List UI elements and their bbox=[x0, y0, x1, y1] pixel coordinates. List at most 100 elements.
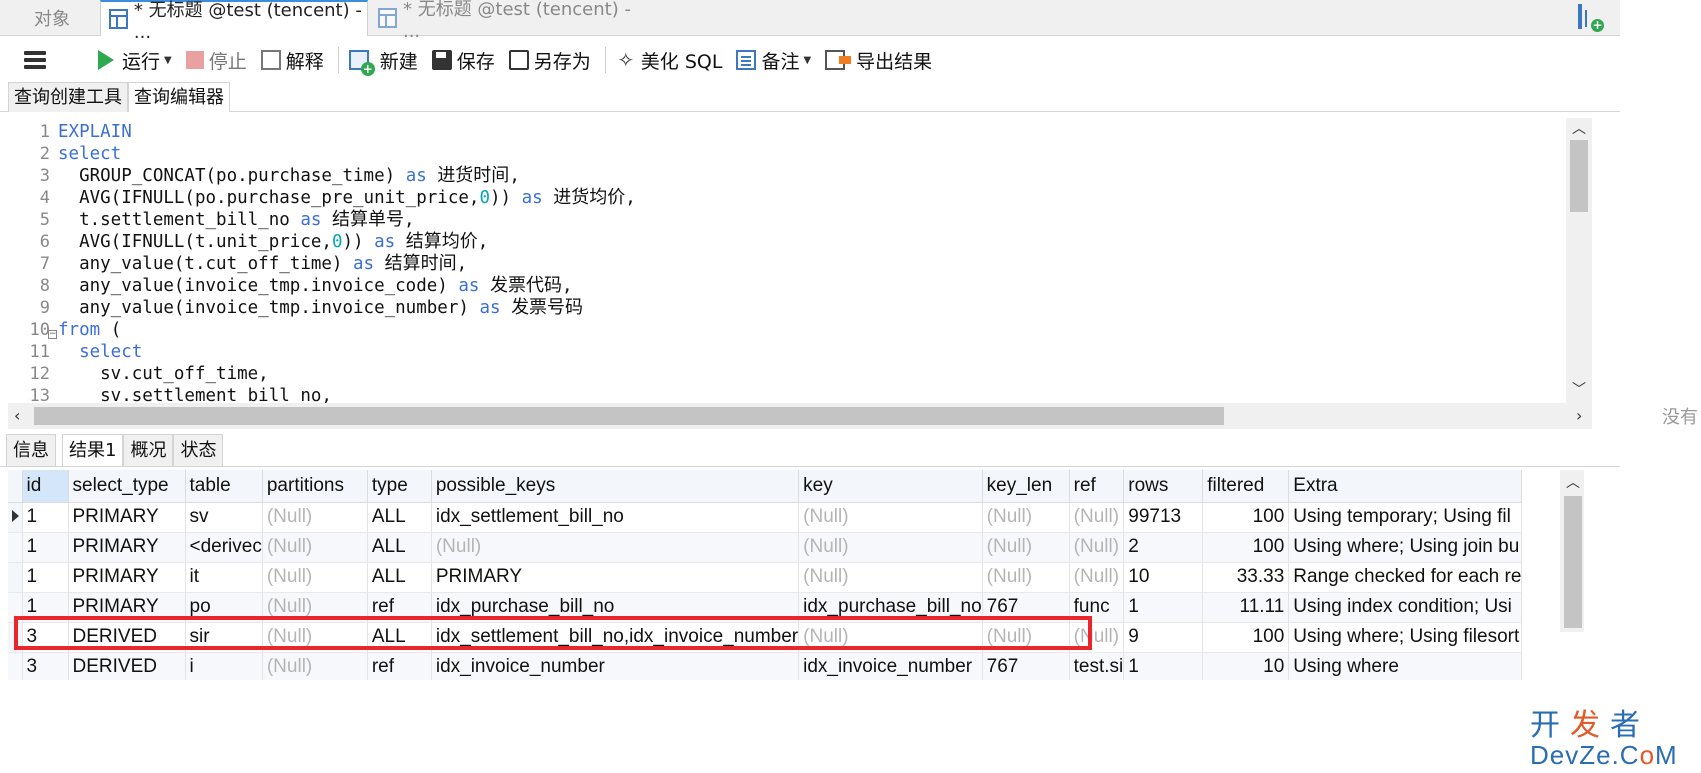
table-cell[interactable]: 33.33 bbox=[1202, 562, 1290, 593]
table-cell[interactable]: 1 bbox=[22, 502, 69, 533]
grid-vertical-scrollbar[interactable]: ︿ bbox=[1560, 470, 1584, 632]
column-header-ref[interactable]: ref bbox=[1069, 470, 1125, 503]
table-cell[interactable]: (Null) bbox=[982, 502, 1070, 533]
table-cell[interactable]: idx_invoice_number bbox=[798, 652, 983, 680]
table-cell[interactable]: 1 bbox=[22, 562, 69, 593]
code-line[interactable]: any_value(t.cut_off_time) as 结算时间, bbox=[58, 253, 636, 275]
column-header-possible-keys[interactable]: possible_keys bbox=[431, 470, 800, 503]
scroll-right-icon[interactable]: › bbox=[1576, 403, 1582, 429]
tab-result-1[interactable]: 结果1 bbox=[62, 434, 124, 466]
code-line[interactable]: any_value(invoice_tmp.invoice_code) as 发… bbox=[58, 275, 636, 297]
row-marker[interactable] bbox=[8, 652, 23, 680]
table-cell[interactable]: (Null) bbox=[798, 562, 983, 593]
tab-objects[interactable]: 对象 bbox=[0, 0, 100, 36]
table-cell[interactable]: ref bbox=[367, 652, 432, 680]
scroll-down-icon[interactable]: ﹀ bbox=[1566, 379, 1592, 399]
table-cell[interactable]: (Null) bbox=[798, 502, 983, 533]
table-cell[interactable]: Range checked for each re bbox=[1288, 562, 1523, 593]
code-line[interactable]: select bbox=[58, 143, 636, 165]
table-cell[interactable]: 100 bbox=[1202, 502, 1290, 533]
table-cell[interactable]: sv bbox=[185, 502, 263, 533]
chevron-down-icon[interactable]: ▼ bbox=[164, 55, 172, 66]
code-line[interactable]: sv.cut_off_time, bbox=[58, 363, 636, 385]
table-cell[interactable]: (Null) bbox=[1069, 502, 1125, 533]
tab-query-editor[interactable]: 查询编辑器 bbox=[128, 82, 230, 112]
table-cell[interactable]: 100 bbox=[1202, 532, 1290, 563]
stop-button[interactable]: 停止 bbox=[185, 47, 247, 74]
table-cell[interactable]: (Null) bbox=[262, 562, 368, 593]
scroll-left-icon[interactable]: ‹ bbox=[14, 403, 20, 429]
table-cell[interactable]: 11.11 bbox=[1202, 592, 1290, 623]
table-cell[interactable]: Using where; Using filesort bbox=[1288, 622, 1523, 653]
column-header-rows[interactable]: rows bbox=[1123, 470, 1204, 503]
column-header-table[interactable]: table bbox=[185, 470, 263, 503]
table-cell[interactable]: Using where bbox=[1288, 652, 1523, 680]
column-header-id[interactable]: id bbox=[22, 470, 69, 503]
table-cell[interactable]: <derivec bbox=[185, 532, 263, 563]
table-cell[interactable]: 10 bbox=[1123, 562, 1204, 593]
menu-icon[interactable] bbox=[24, 51, 46, 69]
table-cell[interactable]: 9 bbox=[1123, 622, 1204, 653]
code-line[interactable]: AVG(IFNULL(t.unit_price,0)) as 结算均价, bbox=[58, 231, 636, 253]
table-cell[interactable]: 100 bbox=[1202, 622, 1290, 653]
table-cell[interactable]: ALL bbox=[367, 532, 432, 563]
tab-query-untitled[interactable]: * 无标题 @test (tencent) - ... bbox=[370, 0, 638, 42]
table-cell[interactable]: PRIMARY bbox=[68, 532, 186, 563]
run-button[interactable]: 运行 ▼ bbox=[98, 47, 172, 74]
table-cell[interactable]: test.si bbox=[1069, 652, 1125, 680]
table-cell[interactable]: PRIMARY bbox=[68, 502, 186, 533]
table-cell[interactable]: Using index condition; Usi bbox=[1288, 592, 1523, 623]
column-header-select-type[interactable]: select_type bbox=[68, 470, 186, 503]
table-cell[interactable]: PRIMARY bbox=[431, 562, 800, 593]
tab-profile[interactable]: 概况 bbox=[123, 434, 174, 466]
column-header-partitions[interactable]: partitions bbox=[262, 470, 368, 503]
table-cell[interactable]: ALL bbox=[367, 562, 432, 593]
sql-editor[interactable]: 1 2 3 4 5 6 7 8 9 10 11 12 13 − EXPLAIN select GROUP_… bbox=[8, 118, 1592, 403]
code-line[interactable]: from ( bbox=[58, 319, 636, 341]
scroll-up-icon[interactable]: ︿ bbox=[1566, 118, 1592, 138]
row-marker[interactable] bbox=[8, 562, 23, 593]
table-cell[interactable]: 1 bbox=[1123, 652, 1204, 680]
current-row-icon[interactable] bbox=[8, 502, 23, 533]
tab-info[interactable]: 信息 bbox=[6, 434, 56, 466]
scroll-thumb[interactable] bbox=[34, 407, 1224, 425]
code-line[interactable]: select bbox=[58, 341, 636, 363]
table-cell[interactable]: (Null) bbox=[982, 532, 1070, 563]
table-cell[interactable]: (Null) bbox=[1069, 532, 1125, 563]
table-cell[interactable]: ALL bbox=[367, 502, 432, 533]
new-button[interactable]: 新建 bbox=[348, 47, 418, 76]
table-cell[interactable]: (Null) bbox=[431, 532, 800, 563]
code-line[interactable]: AVG(IFNULL(po.purchase_pre_unit_price,0)… bbox=[58, 187, 636, 209]
scroll-thumb[interactable] bbox=[1564, 496, 1582, 628]
table-cell[interactable]: idx_settlement_bill_no bbox=[431, 502, 800, 533]
column-header-key-len[interactable]: key_len bbox=[982, 470, 1070, 503]
table-row[interactable]: 1 PRIMARY it (Null) ALL PRIMARY (Null) (Null) (N… bbox=[8, 562, 1523, 593]
table-cell[interactable]: it bbox=[185, 562, 263, 593]
row-marker[interactable] bbox=[8, 532, 23, 563]
code-line[interactable]: GROUP_CONCAT(po.purchase_time) as 进货时间, bbox=[58, 165, 636, 187]
table-cell[interactable]: (Null) bbox=[982, 562, 1070, 593]
export-results-button[interactable]: 导出结果 bbox=[825, 47, 932, 74]
table-cell[interactable]: idx_invoice_number bbox=[431, 652, 800, 680]
tab-status[interactable]: 状态 bbox=[173, 434, 224, 466]
table-cell[interactable]: (Null) bbox=[1069, 562, 1125, 593]
save-button[interactable]: 保存 bbox=[431, 47, 495, 74]
column-header-filtered[interactable]: filtered bbox=[1202, 470, 1290, 503]
chevron-down-icon[interactable]: ▼ bbox=[803, 55, 811, 66]
explain-button[interactable]: 解释 bbox=[260, 47, 324, 74]
table-row[interactable]: 1 PRIMARY <derivec (Null) ALL (Null) (Null) (Nu… bbox=[8, 532, 1523, 563]
table-cell[interactable]: 3 bbox=[22, 652, 69, 680]
table-cell[interactable]: 99713 bbox=[1123, 502, 1204, 533]
table-cell[interactable]: 1 bbox=[1123, 592, 1204, 623]
scroll-up-icon[interactable]: ︿ bbox=[1560, 472, 1584, 492]
table-cell[interactable]: 767 bbox=[982, 652, 1070, 680]
table-cell[interactable]: Using temporary; Using fil bbox=[1288, 502, 1523, 533]
column-header-extra[interactable]: Extra bbox=[1288, 470, 1523, 503]
table-cell[interactable]: (Null) bbox=[798, 532, 983, 563]
code-line[interactable]: sv.settlement_bill_no, bbox=[58, 385, 636, 403]
table-cell[interactable]: DERIVED bbox=[68, 652, 186, 680]
tab-query-builder[interactable]: 查询创建工具 bbox=[8, 82, 128, 112]
table-cell[interactable]: 2 bbox=[1123, 532, 1204, 563]
table-cell[interactable]: (Null) bbox=[262, 532, 368, 563]
code-line[interactable]: EXPLAIN bbox=[58, 121, 636, 143]
